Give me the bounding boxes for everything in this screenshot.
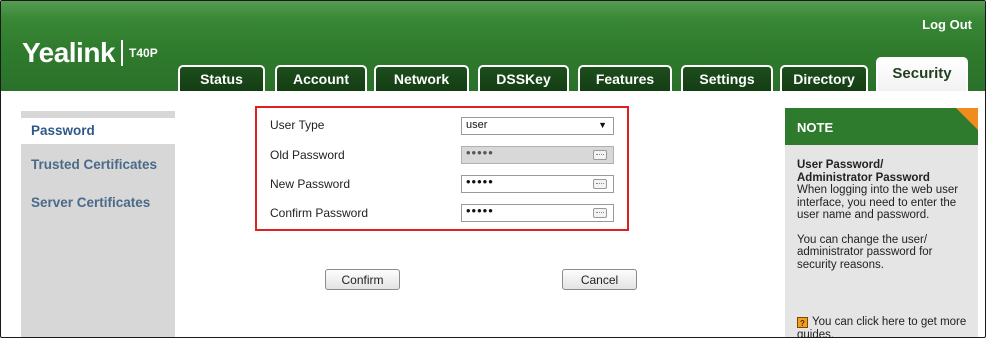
user-type-value: user — [466, 119, 488, 131]
header-shine — [1, 1, 985, 19]
note-help-link[interactable]: ? You can click here to get more guides. — [797, 316, 973, 338]
tab-security[interactable]: Security — [876, 57, 968, 93]
tab-network[interactable]: Network — [374, 65, 469, 91]
user-type-select[interactable]: user ▼ — [461, 117, 614, 135]
new-password-field[interactable]: ••••• — [461, 174, 614, 193]
tab-label: DSSKey — [496, 71, 551, 87]
confirm-password-value: ••••• — [466, 203, 494, 218]
confirm-button[interactable]: Confirm — [325, 269, 400, 290]
keyboard-icon — [593, 150, 607, 160]
keyboard-icon[interactable] — [593, 179, 607, 189]
note-corner-fold — [956, 108, 978, 130]
tab-directory[interactable]: Directory — [780, 65, 868, 91]
page-frame: Yealink T40P Log Out Status Account Netw… — [0, 0, 986, 338]
main-tabs: Status Account Network DSSKey Features S… — [1, 57, 985, 93]
note-heading-1: User Password/ — [797, 159, 884, 171]
tab-label: Network — [393, 71, 450, 87]
sidebar-item-trusted-certificates[interactable]: Trusted Certificates — [21, 152, 157, 178]
logout-link[interactable]: Log Out — [922, 17, 972, 32]
confirm-password-label: Confirm Password — [270, 206, 369, 220]
note-text-2: You can change the user/ administrator p… — [797, 233, 933, 271]
tab-features[interactable]: Features — [578, 65, 672, 91]
note-title: NOTE — [797, 120, 834, 135]
tab-status[interactable]: Status — [178, 65, 265, 91]
note-header: NOTE — [785, 108, 978, 145]
tab-label: Settings — [699, 71, 755, 87]
note-panel: NOTE User Password/ Administrator Passwo… — [785, 108, 978, 337]
tab-label: Account — [293, 71, 349, 87]
new-password-value: ••••• — [466, 174, 494, 189]
tab-label: Security — [892, 64, 952, 82]
dropdown-arrow-icon: ▼ — [598, 120, 607, 130]
new-password-label: New Password — [270, 177, 351, 191]
tab-settings[interactable]: Settings — [681, 65, 773, 91]
tab-label: Status — [200, 71, 243, 87]
tab-label: Features — [595, 71, 655, 87]
sidebar-item-password[interactable]: Password — [21, 118, 185, 144]
keyboard-icon[interactable] — [593, 208, 607, 218]
header-bar: Yealink T40P Log Out Status Account Netw… — [1, 1, 985, 93]
tab-account[interactable]: Account — [275, 65, 367, 91]
old-password-value: ••••• — [466, 145, 494, 160]
cancel-button[interactable]: Cancel — [562, 269, 637, 290]
user-type-label: User Type — [270, 118, 325, 132]
tab-label: Directory — [793, 71, 855, 87]
help-icon: ? — [797, 317, 808, 328]
old-password-label: Old Password — [270, 148, 345, 162]
note-help-text: You can click here to get more guides. — [797, 316, 967, 338]
confirm-password-field[interactable]: ••••• — [461, 203, 614, 222]
note-text-1: When logging into the web user interface… — [797, 184, 959, 221]
note-body: User Password/ Administrator Password Wh… — [797, 159, 973, 271]
sidebar: Password Trusted Certificates Server Cer… — [21, 111, 185, 337]
tab-dsskey[interactable]: DSSKey — [478, 65, 569, 91]
sidebar-item-server-certificates[interactable]: Server Certificates — [21, 190, 150, 216]
old-password-field: ••••• — [461, 145, 614, 164]
note-heading-2: Administrator Password — [797, 171, 930, 184]
